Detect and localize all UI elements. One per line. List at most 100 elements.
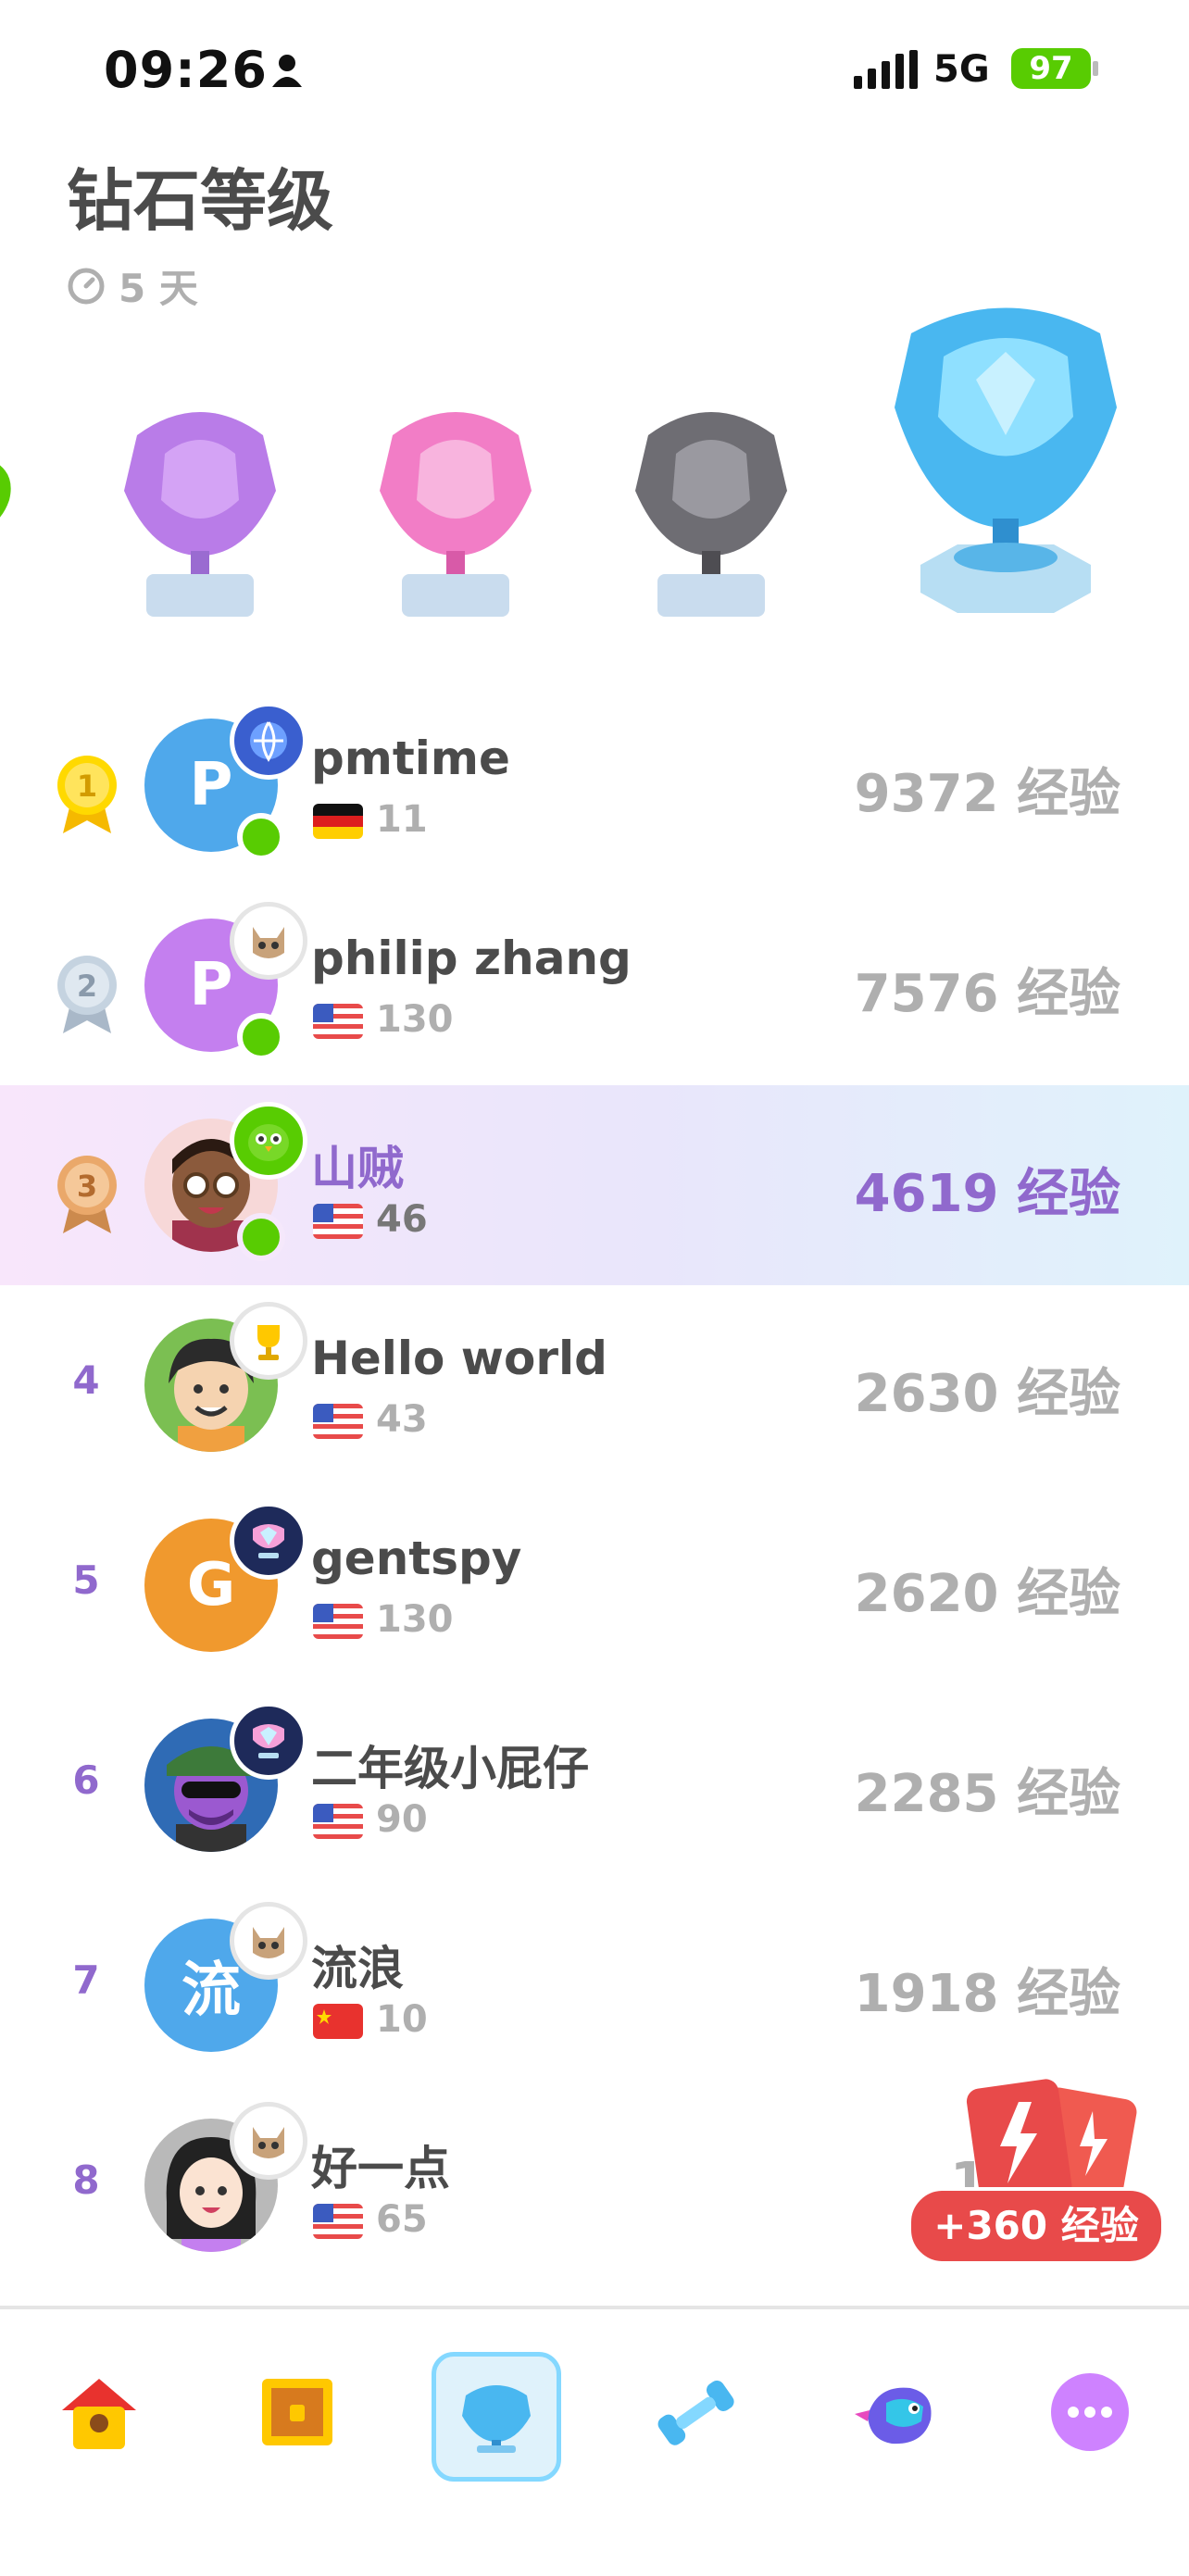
page-title: 钻石等级 — [67, 162, 334, 240]
silver-medal-icon: 2 — [57, 956, 117, 1033]
trophy-icon — [257, 1325, 280, 1360]
leaderboard: 1 P pmtime 11 9372 经验 2 P philip zhang 1… — [0, 685, 1189, 2285]
league-icon — [462, 2385, 531, 2453]
avatar-frame — [230, 1502, 307, 1580]
diamond-league-icon — [253, 1724, 284, 1758]
reward-label: +360 经验 — [907, 2187, 1165, 2265]
us-flag-icon — [313, 1204, 363, 1239]
battery-tip — [1093, 61, 1098, 76]
bronze-medal-icon: 3 — [57, 1156, 117, 1233]
avatar-frame — [230, 2102, 307, 2180]
more-icon — [1051, 2373, 1129, 2451]
user-name: philip zhang — [311, 932, 632, 985]
avatar-frame — [230, 1302, 307, 1380]
avatar-letter: G — [186, 1551, 236, 1619]
svg-text:1: 1 — [77, 769, 97, 804]
boost-cards-icon — [966, 2079, 1137, 2204]
china-flag-icon — [313, 2004, 363, 2039]
leaderboard-row[interactable]: 5 G gentspy 130 2620 经验 — [0, 1485, 1189, 1685]
obsidian-trophy-icon — [635, 412, 787, 617]
us-flag-icon — [313, 1004, 363, 1039]
leaderboard-row[interactable]: 2 P philip zhang 130 7576 经验 — [0, 885, 1189, 1085]
user-name: 流浪 — [311, 1942, 404, 1995]
avatar-frame — [230, 1702, 307, 1780]
leaderboard-row[interactable]: 4 Hello world 43 2630 经验 — [0, 1285, 1189, 1485]
user-name: 好一点 — [311, 2142, 450, 2195]
avatar-letter: P — [189, 751, 233, 819]
nav-characters[interactable] — [835, 2352, 956, 2472]
rank-number: 5 — [72, 1557, 100, 1603]
germany-flag-icon — [313, 804, 363, 839]
avatar-letter: P — [189, 951, 233, 1019]
home-icon — [62, 2379, 136, 2449]
globe-icon — [250, 721, 287, 762]
xp-boost-reward[interactable]: +360 经验 — [907, 2074, 1167, 2269]
xp-value: 4619 经验 — [854, 1164, 1120, 1224]
cat-icon — [253, 927, 284, 958]
user-name: Hello world — [311, 1332, 607, 1385]
battery-level: 97 — [1011, 48, 1091, 89]
leaderboard-row-current-user[interactable]: 3 山贼 46 4619 经验 — [0, 1085, 1189, 1285]
us-flag-icon — [313, 2204, 363, 2239]
user-name: gentspy — [311, 1532, 522, 1585]
diamond-league-icon — [253, 1524, 284, 1558]
cat-icon — [253, 2127, 284, 2158]
rank-number: 6 — [72, 1757, 100, 1803]
rank-number: 8 — [72, 2157, 100, 2203]
xp-value: 9372 经验 — [854, 764, 1120, 824]
gold-medal-icon: 1 — [57, 756, 117, 833]
duo-owl-icon — [248, 1124, 289, 1161]
user-name: 山贼 — [311, 1142, 404, 1195]
person-icon — [272, 55, 302, 87]
online-indicator — [237, 813, 285, 861]
user-name: pmtime — [311, 732, 510, 785]
duo-bird-icon — [855, 2387, 932, 2445]
streak-count: 43 — [376, 1398, 428, 1441]
nav-more[interactable] — [1030, 2352, 1150, 2472]
avatar-frame — [230, 1902, 307, 1980]
us-flag-icon — [313, 1804, 363, 1839]
league-trophies[interactable] — [0, 296, 1189, 630]
streak-count: 130 — [376, 998, 454, 1041]
dumbbell-icon — [657, 2380, 734, 2445]
status-bar: 09:26 5G 97 — [0, 0, 1189, 139]
rank-number: 4 — [72, 1357, 100, 1403]
pearl-trophy-icon — [380, 412, 532, 617]
nav-practice[interactable] — [635, 2352, 756, 2472]
us-flag-icon — [313, 1404, 363, 1439]
network-type: 5G — [933, 48, 990, 91]
xp-value: 2630 经验 — [854, 1364, 1120, 1424]
status-time: 09:26 — [104, 41, 268, 99]
chest-icon — [262, 2379, 332, 2445]
streak-count: 65 — [376, 2198, 428, 2241]
amethyst-trophy-icon — [124, 412, 276, 617]
avatar-frame — [230, 1102, 307, 1180]
xp-value: 2620 经验 — [854, 1564, 1120, 1624]
bottom-nav — [0, 2306, 1189, 2576]
nav-home[interactable] — [39, 2352, 159, 2472]
avatar-frame — [230, 702, 307, 780]
streak-count: 11 — [376, 798, 428, 841]
svg-text:3: 3 — [77, 1169, 97, 1204]
xp-value: 7576 经验 — [854, 964, 1120, 1024]
cat-icon — [253, 1927, 284, 1958]
streak-count: 46 — [376, 1198, 428, 1241]
streak-count: 130 — [376, 1598, 454, 1641]
user-name: 二年级小屁仔 — [311, 1742, 589, 1795]
online-indicator — [237, 1013, 285, 1061]
leaderboard-row[interactable]: 6 二年级小屁仔 90 2285 经验 — [0, 1685, 1189, 1885]
xp-value: 2285 经验 — [854, 1764, 1120, 1824]
svg-text:2: 2 — [77, 969, 97, 1004]
rank-number: 7 — [72, 1957, 100, 2003]
leaderboard-row[interactable]: 7 流 流浪 10 1918 经验 — [0, 1885, 1189, 2085]
us-flag-icon — [313, 1604, 363, 1639]
nav-chest[interactable] — [237, 2352, 357, 2472]
leaderboard-row[interactable]: 1 P pmtime 11 9372 经验 — [0, 685, 1189, 885]
streak-count: 10 — [376, 1998, 428, 2041]
signal-icon — [854, 50, 918, 89]
xp-value: 1918 经验 — [854, 1964, 1120, 2024]
online-indicator — [237, 1213, 285, 1261]
nav-leaderboard[interactable] — [432, 2352, 561, 2482]
avatar-frame — [230, 902, 307, 980]
diamond-trophy-icon — [895, 307, 1117, 613]
